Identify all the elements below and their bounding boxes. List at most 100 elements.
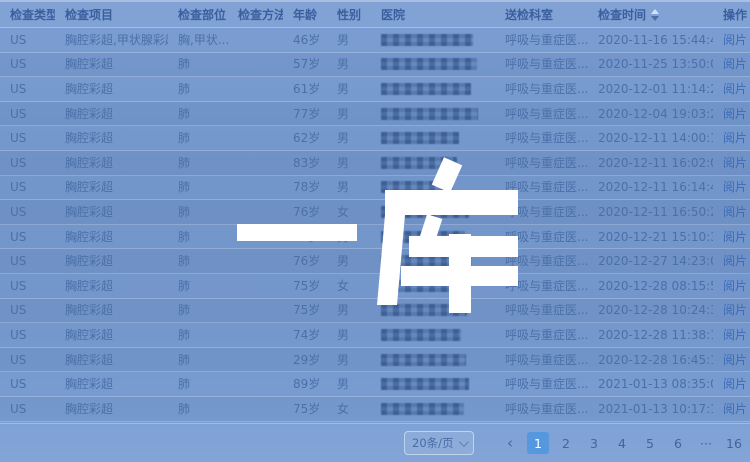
- cell-hospital: [371, 200, 495, 224]
- table-row: US胸腔彩超肺62岁男呼吸与重症医...2020-12-11 14:00:14阅…: [0, 126, 750, 151]
- table-row: US胸腔彩超肺75岁男呼吸与重症医...2020-12-28 10:24:30阅…: [0, 299, 750, 324]
- cell-part: 肺: [168, 102, 228, 126]
- view-film-link[interactable]: 阅片: [723, 108, 747, 120]
- cell-part: 肺: [168, 274, 228, 298]
- cell-type: US: [0, 126, 55, 150]
- cell-hospital: [371, 274, 495, 298]
- cell-age: 83岁: [283, 151, 327, 175]
- cell-method: [228, 102, 283, 126]
- page-ellipsis[interactable]: ···: [695, 432, 717, 454]
- view-film-link[interactable]: 阅片: [723, 83, 747, 95]
- cell-type: US: [0, 323, 55, 347]
- cell-age: 46岁: [283, 28, 327, 52]
- cell-item: 胸腔彩超: [55, 249, 168, 273]
- cell-dept: 呼吸与重症医...: [495, 299, 588, 323]
- redacted-hospital-name: [381, 132, 459, 144]
- cell-type: US: [0, 225, 55, 249]
- view-film-link[interactable]: 阅片: [723, 58, 747, 70]
- cell-gender: 男: [327, 299, 371, 323]
- column-header-label: 检查时间: [598, 9, 646, 21]
- view-film-link[interactable]: 阅片: [723, 329, 747, 341]
- cell-hospital: [371, 249, 495, 273]
- cell-hospital: [371, 53, 495, 77]
- cell-part: 肺: [168, 372, 228, 396]
- cell-part: 肺: [168, 53, 228, 77]
- cell-age: 89岁: [283, 372, 327, 396]
- cell-age: 75岁: [283, 397, 327, 421]
- cell-dept: 呼吸与重症医...: [495, 225, 588, 249]
- view-film-link[interactable]: 阅片: [723, 280, 747, 292]
- view-film-link[interactable]: 阅片: [723, 403, 747, 415]
- page-button-4[interactable]: 4: [611, 432, 633, 454]
- redacted-hospital-name: [381, 58, 477, 70]
- sort-caret-icon[interactable]: [651, 9, 659, 21]
- column-header-label: 年龄: [293, 9, 317, 21]
- cell-part: 肺: [168, 397, 228, 421]
- cell-dept: 呼吸与重症医...: [495, 102, 588, 126]
- cell-item: 胸腔彩超: [55, 372, 168, 396]
- cell-time: 2020-12-28 10:24:30: [588, 299, 713, 323]
- redacted-hospital-name: [381, 255, 471, 267]
- cell-action: 阅片: [713, 249, 750, 273]
- cell-type: US: [0, 348, 55, 372]
- view-film-link[interactable]: 阅片: [723, 378, 747, 390]
- cell-item: 胸腔彩超: [55, 176, 168, 200]
- table-row: US胸腔彩超肺75岁女呼吸与重症医...2020-12-28 08:15:51阅…: [0, 274, 750, 299]
- redacted-hospital-name: [381, 329, 461, 341]
- page-size-label: 20条/页: [412, 435, 454, 451]
- view-film-link[interactable]: 阅片: [723, 181, 747, 193]
- cell-part: 肺: [168, 249, 228, 273]
- cell-gender: 男: [327, 126, 371, 150]
- chevron-down-icon: [459, 437, 469, 447]
- redacted-hospital-name: [381, 34, 473, 46]
- column-header-time[interactable]: 检查时间: [588, 2, 713, 27]
- cell-gender: 女: [327, 397, 371, 421]
- cell-method: [228, 348, 283, 372]
- column-header-age: 年龄: [283, 2, 327, 27]
- cell-age: 76岁: [283, 249, 327, 273]
- page-button-last[interactable]: 16: [723, 432, 745, 454]
- view-film-link[interactable]: 阅片: [723, 206, 747, 218]
- exam-list-screen: 检查类型检查项目检查部位检查方法年龄性别医院送检科室检查时间操作 US胸腔彩超,…: [0, 0, 750, 462]
- redacted-hospital-name: [381, 354, 466, 366]
- cell-part: 肺: [168, 151, 228, 175]
- prev-page-button[interactable]: ‹: [499, 432, 521, 454]
- page-button-1[interactable]: 1: [527, 432, 549, 454]
- cell-item: 胸腔彩超: [55, 53, 168, 77]
- cell-hospital: [371, 176, 495, 200]
- cell-gender: 男: [327, 77, 371, 101]
- cell-method: [228, 323, 283, 347]
- page-size-select[interactable]: 20条/页: [404, 431, 474, 455]
- page-button-2[interactable]: 2: [555, 432, 577, 454]
- cell-method: [228, 372, 283, 396]
- cell-part: 肺: [168, 126, 228, 150]
- table-row: US胸腔彩超肺77岁男呼吸与重症医...2020-12-04 19:03:24阅…: [0, 102, 750, 127]
- view-film-link[interactable]: 阅片: [723, 255, 747, 267]
- cell-method: [228, 397, 283, 421]
- column-header-action: 操作: [713, 2, 750, 27]
- view-film-link[interactable]: 阅片: [723, 34, 747, 46]
- redacted-hospital-name: [381, 280, 463, 292]
- cell-action: 阅片: [713, 372, 750, 396]
- cell-item: 胸腔彩超: [55, 225, 168, 249]
- page-button-5[interactable]: 5: [639, 432, 661, 454]
- view-film-link[interactable]: 阅片: [723, 354, 747, 366]
- cell-dept: 呼吸与重症医...: [495, 200, 588, 224]
- cell-action: 阅片: [713, 274, 750, 298]
- page-button-6[interactable]: 6: [667, 432, 689, 454]
- view-film-link[interactable]: 阅片: [723, 304, 747, 316]
- view-film-link[interactable]: 阅片: [723, 132, 747, 144]
- view-film-link[interactable]: 阅片: [723, 231, 747, 243]
- view-film-link[interactable]: 阅片: [723, 157, 747, 169]
- table-row: US胸腔彩超肺57岁男呼吸与重症医...2020-11-25 13:50:01阅…: [0, 53, 750, 78]
- cell-action: 阅片: [713, 348, 750, 372]
- cell-action: 阅片: [713, 200, 750, 224]
- page-button-3[interactable]: 3: [583, 432, 605, 454]
- cell-dept: 呼吸与重症医...: [495, 323, 588, 347]
- redacted-hospital-name: [381, 181, 453, 193]
- table-row: US胸腔彩超肺74岁男呼吸与重症医...2020-12-28 11:38:11阅…: [0, 323, 750, 348]
- redacted-hospital-name: [381, 403, 464, 415]
- cell-hospital: [371, 348, 495, 372]
- cell-type: US: [0, 274, 55, 298]
- cell-age: 74岁: [283, 323, 327, 347]
